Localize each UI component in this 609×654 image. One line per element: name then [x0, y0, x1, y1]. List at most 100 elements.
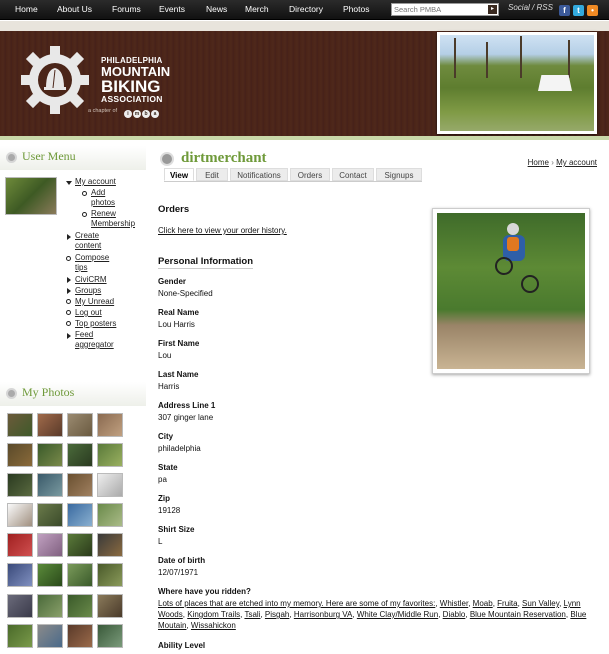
nav-merch[interactable]: Merch — [245, 4, 269, 14]
ridden-place-link[interactable]: Moab — [473, 599, 493, 608]
search-input[interactable] — [394, 4, 486, 15]
photo-thumbnail[interactable] — [97, 594, 123, 618]
menu-item-add-photos[interactable]: Add photos — [91, 188, 115, 208]
photo-thumbnail[interactable] — [67, 473, 93, 497]
menu-item-groups[interactable]: Groups — [75, 286, 101, 296]
photo-thumbnail[interactable] — [97, 624, 123, 648]
tab-orders[interactable]: Orders — [290, 168, 330, 181]
field-label: Zip — [158, 494, 170, 503]
field-label: Real Name — [158, 308, 199, 317]
photo-thumbnail[interactable] — [7, 594, 33, 618]
collapsed-bullet-icon — [67, 288, 71, 294]
photo-thumbnail[interactable] — [67, 533, 93, 557]
menu-item-create-content[interactable]: Create content — [75, 231, 101, 251]
photo-thumbnail[interactable] — [7, 533, 33, 557]
order-history-link[interactable]: Click here to view your order history. — [158, 226, 287, 235]
site-logo-text[interactable]: PHILADELPHIA MOUNTAIN BIKING ASSOCIATION — [101, 57, 170, 104]
photo-thumbnail[interactable] — [67, 624, 93, 648]
photo-thumbnail[interactable] — [97, 443, 123, 467]
rss-icon[interactable]: • — [587, 5, 598, 16]
breadcrumb: Home › My account — [528, 158, 597, 167]
photo-thumbnail[interactable] — [97, 503, 123, 527]
photo-thumbnail[interactable] — [37, 443, 63, 467]
ridden-place-link[interactable]: Harrisonburg VA — [294, 610, 353, 619]
tab-edit[interactable]: Edit — [196, 168, 228, 181]
tabs-divider — [164, 181, 422, 182]
ridden-place-link[interactable]: Whistler — [440, 599, 468, 608]
photo-thumbnail[interactable] — [7, 503, 33, 527]
ridden-place-link[interactable]: White Clay/Middle Run — [357, 610, 438, 619]
ridden-place-link[interactable]: Pisgah — [265, 610, 289, 619]
nav-events[interactable]: Events — [159, 4, 185, 14]
page-title: dirtmerchant — [181, 150, 267, 166]
logo-line-biking: BIKING — [101, 77, 161, 96]
photo-thumbnail[interactable] — [37, 594, 63, 618]
imba-logo[interactable]: imba — [124, 107, 160, 118]
menu-item-my-unread[interactable]: My Unread — [75, 297, 114, 307]
menu-item-compose-tips[interactable]: Compose tips — [75, 253, 109, 273]
ridden-place-link[interactable]: Blue Mountain Reservation — [470, 610, 566, 619]
liberty-bell-gear-logo-icon[interactable] — [16, 44, 94, 116]
ridden-place-link[interactable]: Fruita — [497, 599, 517, 608]
ridden-place-link[interactable]: Diablo — [443, 610, 466, 619]
ridden-place-link[interactable]: Kingdom Trails — [187, 610, 240, 619]
photo-thumbnail[interactable] — [37, 503, 63, 527]
photo-detail — [486, 42, 488, 79]
photo-thumbnail[interactable] — [67, 563, 93, 587]
tab-contact[interactable]: Contact — [332, 168, 374, 181]
facebook-icon[interactable]: f — [559, 5, 570, 16]
photo-thumbnail[interactable] — [97, 413, 123, 437]
nav-photos[interactable]: Photos — [343, 4, 369, 14]
photo-thumbnail[interactable] — [7, 443, 33, 467]
photo-thumbnail[interactable] — [7, 563, 33, 587]
tab-notifications[interactable]: Notifications — [230, 168, 288, 181]
profile-photo-image — [437, 213, 585, 369]
photo-thumbnail[interactable] — [7, 473, 33, 497]
menu-item-renew-membership[interactable]: Renew Membership — [91, 209, 135, 229]
expanded-bullet-icon — [66, 181, 72, 185]
photo-thumbnail[interactable] — [97, 533, 123, 557]
ridden-place-link[interactable]: Sun Valley — [522, 599, 559, 608]
twitter-icon[interactable]: t — [573, 5, 584, 16]
photo-thumbnail[interactable] — [7, 624, 33, 648]
nav-home[interactable]: Home — [15, 4, 38, 14]
field-label: Address Line 1 — [158, 401, 216, 410]
menu-item-civicrm[interactable]: CiviCRM — [75, 275, 107, 285]
ridden-place-link[interactable]: Wissahickon — [191, 621, 236, 630]
field-value: None-Specified — [158, 289, 213, 298]
menu-item-log-out[interactable]: Log out — [75, 308, 102, 318]
photo-thumbnail[interactable] — [7, 413, 33, 437]
photo-thumbnail[interactable] — [67, 594, 93, 618]
nav-news[interactable]: News — [206, 4, 227, 14]
menu-item-feed-aggregator[interactable]: Feed aggregator — [75, 330, 114, 350]
photo-thumbnail[interactable] — [37, 624, 63, 648]
photo-thumbnail[interactable] — [67, 503, 93, 527]
photo-thumbnail[interactable] — [97, 473, 123, 497]
imba-letter: i — [124, 110, 132, 118]
breadcrumb-home[interactable]: Home — [528, 158, 549, 167]
nav-about-us[interactable]: About Us — [57, 4, 92, 14]
tab-view[interactable]: View — [164, 168, 194, 181]
imba-letter: m — [133, 110, 141, 118]
ridden-place-link[interactable]: Tsali — [244, 610, 260, 619]
profile-photo[interactable] — [432, 208, 590, 374]
orders-heading: Orders — [158, 204, 190, 215]
nav-directory[interactable]: Directory — [289, 4, 323, 14]
menu-item-my-account[interactable]: My account — [75, 177, 116, 187]
photo-thumbnail[interactable] — [37, 473, 63, 497]
photo-thumbnail[interactable] — [37, 413, 63, 437]
photo-thumbnail[interactable] — [67, 413, 93, 437]
photo-thumbnail[interactable] — [67, 443, 93, 467]
search-submit-button[interactable]: ▸ — [488, 5, 497, 14]
menu-item-top-posters[interactable]: Top posters — [75, 319, 116, 329]
breadcrumb-my-account[interactable]: My account — [556, 158, 597, 167]
user-menu-title: User Menu — [22, 149, 76, 163]
field-label: Gender — [158, 277, 187, 286]
tab-signups[interactable]: Signups — [376, 168, 422, 181]
photo-thumbnail[interactable] — [97, 563, 123, 587]
ridden-intro-link[interactable]: Lots of places that are etched into my m… — [158, 599, 435, 608]
user-avatar[interactable] — [5, 177, 57, 215]
nav-forums[interactable]: Forums — [112, 4, 141, 14]
photo-thumbnail[interactable] — [37, 563, 63, 587]
photo-thumbnail[interactable] — [37, 533, 63, 557]
